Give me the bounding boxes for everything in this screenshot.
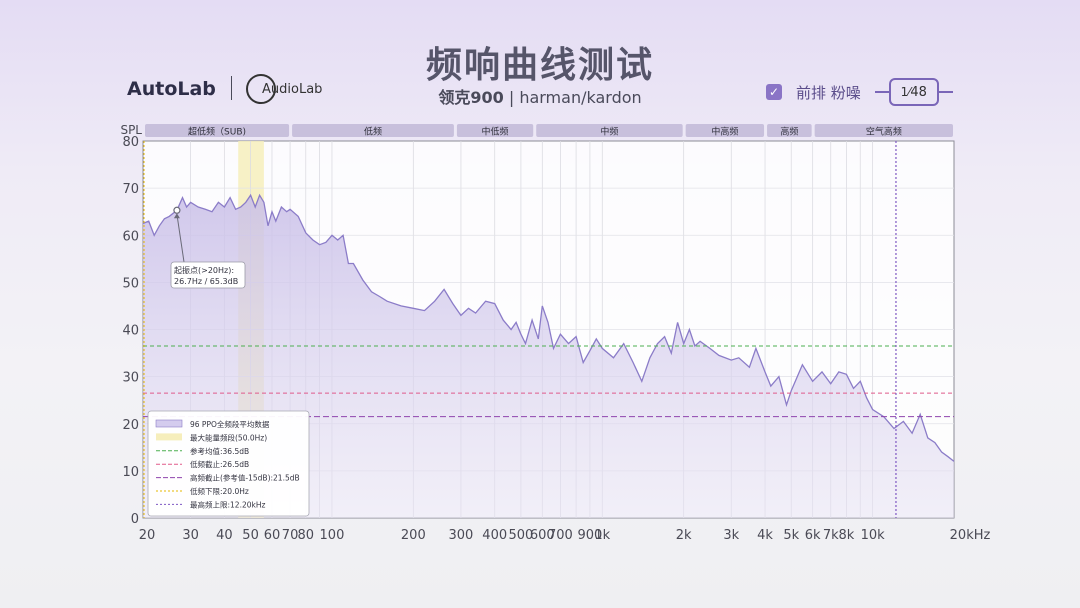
band-header-label: 低频 — [364, 126, 382, 138]
x-tick-label: 700 — [548, 528, 573, 543]
y-tick-label: 40 — [122, 324, 139, 339]
legend-label: 最高频上限:12.20kHz — [190, 499, 265, 509]
band-header: 超低频（SUB) 低频 中低频 中频 中高频 高频 空气高频 — [145, 124, 953, 138]
legend-label: 低频截止:26.5dB — [190, 459, 249, 469]
legend-swatch — [156, 433, 182, 441]
legend-label: 高频截止(参考值-15dB):21.5dB — [190, 473, 300, 483]
onset-point — [173, 206, 181, 214]
legend-swatch — [155, 419, 183, 428]
x-tick-label: 30 — [182, 528, 199, 543]
x-tick-label: 4k — [757, 528, 773, 543]
y-tick-label: 70 — [122, 182, 139, 197]
x-tick-label: 10k — [861, 528, 886, 543]
x-tick-label: 400 — [482, 528, 507, 543]
band-header-label: 中高频 — [711, 126, 738, 138]
legend: 96 PPO全频段平均数据最大能量频段(50.0Hz) 参考均值:36.5dB 低频… — [147, 410, 310, 517]
x-tick-label: 40 — [216, 528, 233, 543]
band-header-label: 中频 — [600, 126, 618, 138]
y-tick-label: 60 — [122, 229, 139, 244]
legend-label: 低频下限:20.0Hz — [190, 486, 249, 496]
band-header-label: 超低频（SUB) — [188, 126, 246, 138]
x-tick-label: 8k — [839, 528, 855, 543]
x-tick-label: 300 — [449, 528, 474, 543]
y-tick-label: 0 — [131, 512, 139, 527]
y-tick-label: 50 — [122, 276, 139, 291]
x-tick-label: 7k — [823, 528, 839, 543]
y-tick-label: 10 — [122, 465, 139, 480]
x-tick-label: 2k — [676, 528, 692, 543]
annotation-line2: 26.7Hz / 65.3dB — [174, 277, 238, 286]
legend-label: 96 PPO全频段平均数据 — [190, 419, 270, 429]
band-header-label: 高频 — [780, 126, 798, 138]
y-tick-label: 80 — [122, 135, 139, 150]
x-tick-label: 1k — [594, 528, 610, 543]
x-tick-label: 200 — [401, 528, 426, 543]
band-header-label: 中低频 — [482, 126, 509, 138]
annotation-line1: 起振点(>20Hz): — [174, 265, 234, 275]
x-tick-label: 100 — [320, 528, 345, 543]
x-tick-label: 5k — [783, 528, 799, 543]
x-tick-label: 80 — [297, 528, 314, 543]
y-tick-label: 30 — [122, 371, 139, 386]
x-tick-label: 60 — [264, 528, 281, 543]
band-header-label: 空气高频 — [866, 126, 902, 138]
frequency-response-chart: 超低频（SUB) 低频 中低频 中频 中高频 高频 空气高频SPL0102030405060… — [120, 123, 991, 543]
legend-label: 最大能量频段(50.0Hz) — [190, 432, 267, 442]
x-tick-label: 20kHz — [950, 528, 991, 543]
x-tick-label: 3k — [723, 528, 739, 543]
x-tick-label: 6k — [805, 528, 821, 543]
y-tick-label: 20 — [122, 418, 139, 433]
legend-label: 参考均值:36.5dB — [190, 446, 249, 456]
x-tick-label: 20 — [139, 528, 156, 543]
x-tick-label: 50 — [242, 528, 259, 543]
x-tick-label: 70 — [282, 528, 299, 543]
